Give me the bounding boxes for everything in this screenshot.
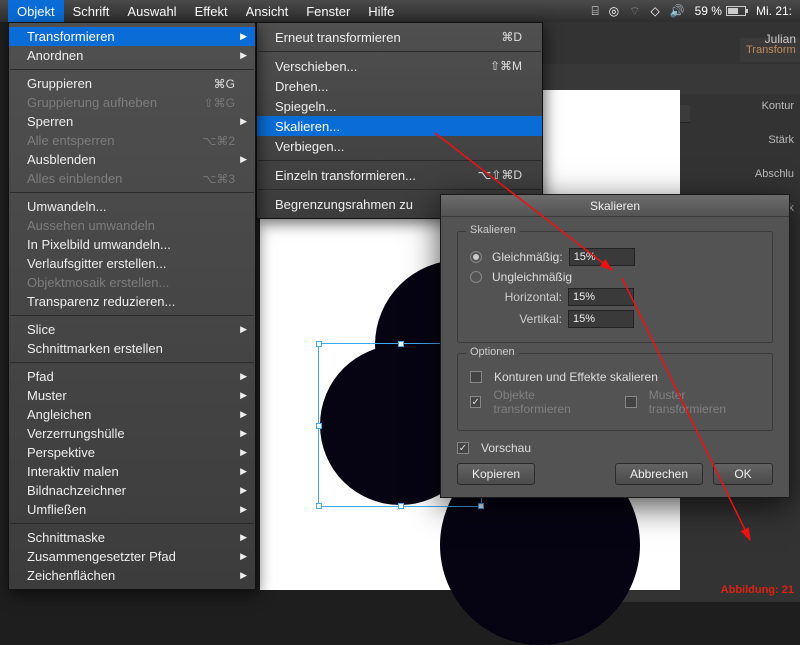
menu-objekt[interactable]: Objekt xyxy=(8,0,64,22)
dropbox-icon: ⌸ xyxy=(591,4,598,19)
menu-item[interactable]: Slice xyxy=(9,320,255,339)
menu-item[interactable]: Schnittmaske xyxy=(9,528,255,547)
menu-item: Alle entsperren⌥⌘2 xyxy=(9,131,255,150)
menu-item: Aussehen umwandeln xyxy=(9,216,255,235)
menu-item[interactable]: Umwandeln... xyxy=(9,197,255,216)
menu-ansicht[interactable]: Ansicht xyxy=(237,0,298,22)
vertical-label: Vertikal: xyxy=(470,312,562,326)
horizontal-input[interactable] xyxy=(568,288,634,306)
scale-dialog: Skalieren Skalieren Gleichmäßig: Ungleic… xyxy=(440,194,790,498)
transform-submenu: Erneut transformieren⌘D Verschieben...⇧⌘M… xyxy=(256,22,543,219)
uniform-label: Gleichmäßig: xyxy=(492,250,563,264)
preview-label: Vorschau xyxy=(481,441,531,455)
bluetooth-icon: ⌔ xyxy=(629,4,640,19)
vertical-input[interactable] xyxy=(568,310,634,328)
menu-item[interactable]: Zeichenflächen xyxy=(9,566,255,585)
menu-schrift[interactable]: Schrift xyxy=(64,0,119,22)
figure-caption: Abbildung: 21 xyxy=(721,584,794,596)
menu-item[interactable]: Perspektive xyxy=(9,443,255,462)
menu-item[interactable]: Interaktiv malen xyxy=(9,462,255,481)
menu-item[interactable]: Transparenz reduzieren... xyxy=(9,292,255,311)
menu-item[interactable]: Zusammengesetzter Pfad xyxy=(9,547,255,566)
menu-item[interactable]: Verlaufsgitter erstellen... xyxy=(9,254,255,273)
menu-item[interactable]: Ausblenden xyxy=(9,150,255,169)
menu-item[interactable]: Muster xyxy=(9,386,255,405)
objekt-dropdown: TransformierenAnordnen Gruppieren⌘GGruppi… xyxy=(8,22,256,590)
menu-fenster[interactable]: Fenster xyxy=(297,0,359,22)
submenu-item[interactable]: Erneut transformieren⌘D xyxy=(257,27,542,47)
horizontal-label: Horizontal: xyxy=(470,290,562,304)
patterns-label: Muster transformieren xyxy=(649,388,760,416)
clock: Mi. 21: xyxy=(756,4,792,18)
submenu-item[interactable]: Drehen... xyxy=(257,76,542,96)
menu-item[interactable]: Sperren xyxy=(9,112,255,131)
patterns-checkbox xyxy=(625,396,636,408)
preview-checkbox[interactable] xyxy=(457,442,469,454)
menu-item: Objektmosaik erstellen... xyxy=(9,273,255,292)
dialog-title: Skalieren xyxy=(441,195,789,217)
submenu-item[interactable]: Skalieren... xyxy=(257,116,542,136)
submenu-item[interactable]: Verschieben...⇧⌘M xyxy=(257,56,542,76)
options-group-label: Optionen xyxy=(466,346,519,358)
submenu-item[interactable]: Spiegeln... xyxy=(257,96,542,116)
menu-item[interactable]: Schnittmarken erstellen xyxy=(9,339,255,358)
menu-item[interactable]: Transformieren xyxy=(9,27,255,46)
menu-effekt[interactable]: Effekt xyxy=(186,0,237,22)
menu-item: Alles einblenden⌥⌘3 xyxy=(9,169,255,188)
nonuniform-radio[interactable] xyxy=(470,271,482,283)
nonuniform-label: Ungleichmäßig xyxy=(492,270,572,284)
uniform-radio[interactable] xyxy=(470,251,482,263)
menu-item[interactable]: Gruppieren⌘G xyxy=(9,74,255,93)
ok-button[interactable]: OK xyxy=(713,463,773,485)
objects-checkbox xyxy=(470,396,481,408)
menu-item[interactable]: Angleichen xyxy=(9,405,255,424)
menu-item[interactable]: Pfad xyxy=(9,367,255,386)
submenu-item[interactable]: Verbiegen... xyxy=(257,136,542,156)
volume-icon: 🔊 xyxy=(670,4,685,18)
menu-item[interactable]: In Pixelbild umwandeln... xyxy=(9,235,255,254)
submenu-item[interactable]: Einzeln transformieren...⌥⇧⌘D xyxy=(257,165,542,185)
strokes-checkbox[interactable] xyxy=(470,371,482,383)
menu-hilfe[interactable]: Hilfe xyxy=(359,0,403,22)
menu-item[interactable]: Anordnen xyxy=(9,46,255,65)
sync-icon: ◎ xyxy=(609,4,619,18)
user-name: Julian xyxy=(765,32,796,46)
battery-indicator: 59 % xyxy=(695,4,746,18)
menu-item[interactable]: Verzerrungshülle xyxy=(9,424,255,443)
menu-item: Gruppierung aufheben⇧⌘G xyxy=(9,93,255,112)
scale-group-label: Skalieren xyxy=(466,224,520,236)
strokes-label: Konturen und Effekte skalieren xyxy=(494,370,658,384)
wifi-icon: ◇ xyxy=(650,4,659,18)
menu-item[interactable]: Umfließen xyxy=(9,500,255,519)
menu-auswahl[interactable]: Auswahl xyxy=(118,0,185,22)
menu-item[interactable]: Bildnachzeichner xyxy=(9,481,255,500)
cancel-button[interactable]: Abbrechen xyxy=(615,463,703,485)
copy-button[interactable]: Kopieren xyxy=(457,463,535,485)
objects-label: Objekte transformieren xyxy=(493,388,609,416)
system-menubar: Objekt Schrift Auswahl Effekt Ansicht Fe… xyxy=(0,0,800,22)
uniform-input[interactable] xyxy=(569,248,635,266)
